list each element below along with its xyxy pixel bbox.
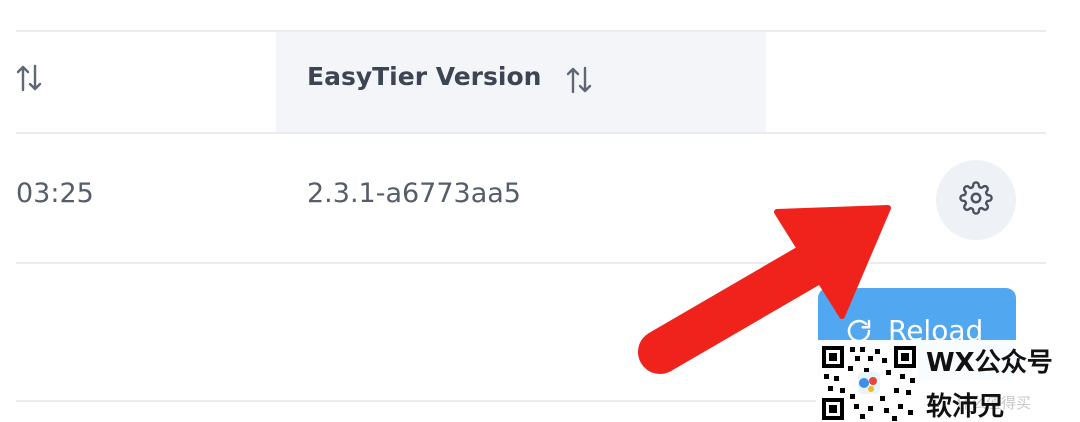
screenshot-stage: EasyTier Version 03:25 2.3.1-a6773aa5 Re… [0,0,1080,422]
qr-code-icon [820,344,918,422]
watermark-overlay: WX公众号 什么值得买 软沛兄 [816,340,1080,422]
watermark-label: WX公众号 [926,348,1053,378]
watermark-author: 软沛兄 [926,392,1005,422]
